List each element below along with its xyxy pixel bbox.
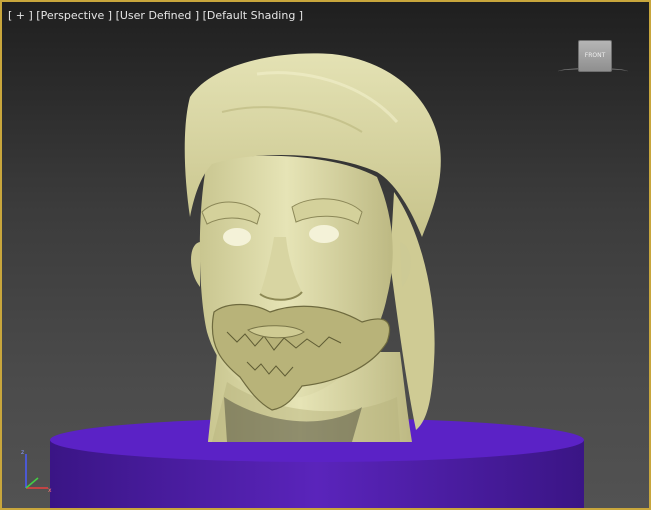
left-eye — [223, 228, 251, 246]
viewcube-front-face[interactable]: FRONT — [578, 40, 612, 72]
scene-render[interactable] — [2, 2, 649, 508]
viewport-lighting-menu[interactable]: [User Defined ] — [116, 9, 200, 22]
right-eye — [309, 225, 339, 243]
perspective-viewport[interactable]: [ + ] [Perspective ] [User Defined ] [De… — [0, 0, 651, 510]
axis-tripod-icon: z x — [21, 449, 52, 494]
viewport-label: [ + ] [Perspective ] [User Defined ] [De… — [8, 9, 303, 22]
svg-text:x: x — [48, 487, 52, 494]
viewport-menu-plus[interactable]: [ + ] — [8, 9, 33, 22]
viewport-view-menu[interactable]: [Perspective ] — [36, 9, 112, 22]
viewport-shading-menu[interactable]: [Default Shading ] — [203, 9, 303, 22]
left-ear — [191, 242, 200, 287]
viewcube-icon[interactable]: FRONT — [558, 40, 628, 78]
svg-text:z: z — [21, 449, 24, 456]
